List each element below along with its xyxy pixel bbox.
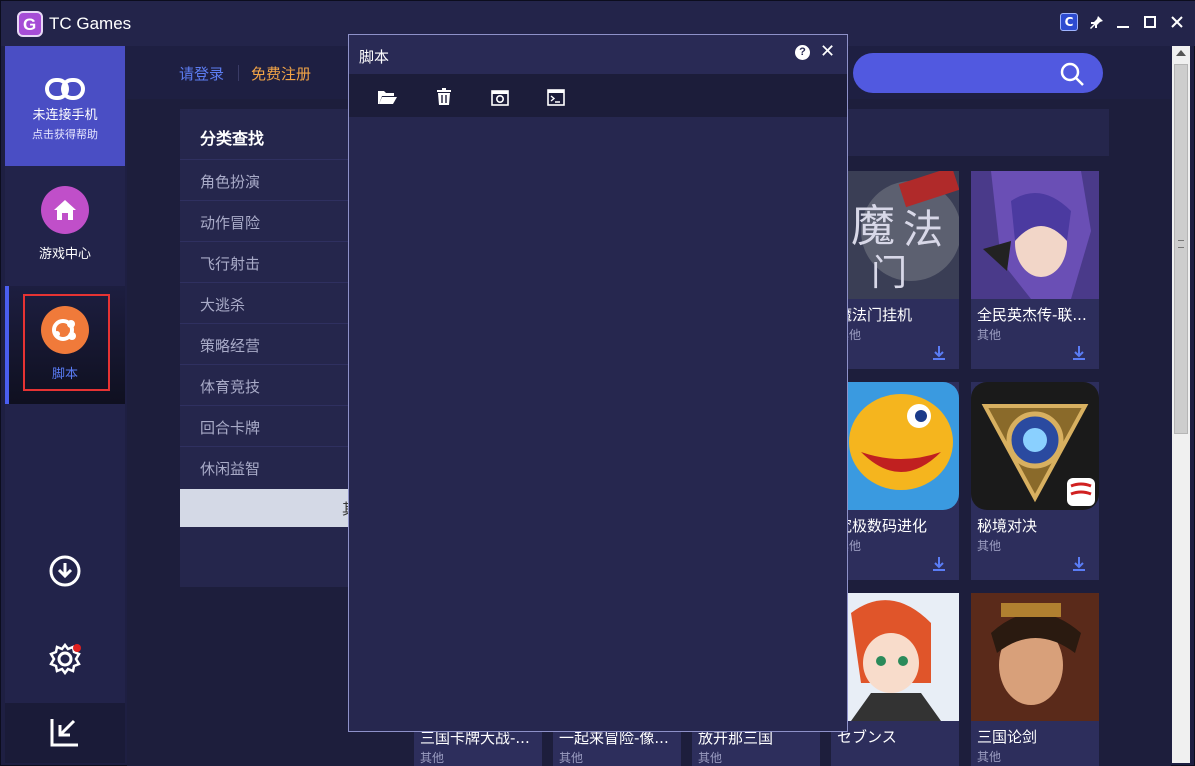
register-link[interactable]: 免费注册 (251, 63, 311, 84)
category-item[interactable]: 回合卡牌 (180, 405, 350, 446)
minimize-button[interactable] (1114, 13, 1132, 31)
game-cover (971, 593, 1099, 721)
bottom-strip (5, 703, 125, 763)
category-item[interactable]: 动作冒险 (180, 200, 350, 241)
link-icon (43, 76, 87, 102)
game-tag: 其他 (559, 751, 584, 765)
category-item[interactable]: 体育竞技 (180, 364, 350, 405)
game-tag: 其他 (977, 539, 1002, 553)
sidebar-item-label: 游戏中心 (38, 247, 91, 262)
games-header (847, 109, 1109, 156)
game-tag: 其他 (698, 751, 723, 765)
category-item[interactable]: 飞行射击 (180, 241, 350, 282)
active-indicator (5, 286, 9, 404)
game-name: 秘境对决 (977, 517, 1038, 535)
help-icon[interactable]: ? (795, 45, 810, 60)
game-name: 魔法门挂机 (837, 306, 913, 324)
sidebar: 未连接手机 点击获得帮助 游戏中心 脚本 (5, 46, 125, 763)
search-input[interactable] (853, 53, 1103, 93)
category-item[interactable]: 角色扮演 (180, 159, 350, 200)
svg-text:魔: 魔 (851, 201, 895, 252)
download-icon[interactable] (1071, 345, 1087, 361)
app-window: G TC Games C 未连接手机 点击获得帮助 游戏中心 脚本 请登录 免费… (0, 0, 1195, 766)
download-icon[interactable] (931, 345, 947, 361)
dialog-close-button[interactable]: ✕ (820, 41, 835, 62)
connect-phone-button[interactable]: 未连接手机 点击获得帮助 (5, 46, 125, 166)
download-icon[interactable] (931, 556, 947, 572)
import-icon[interactable] (48, 715, 82, 749)
game-card[interactable]: 魔 法 门 魔法门挂机 其他 (831, 171, 959, 369)
game-tag: 其他 (420, 751, 445, 765)
sidebar-item-game-center[interactable]: 游戏中心 (5, 166, 125, 284)
dialog-toolbar (349, 74, 847, 117)
connect-title: 未连接手机 (32, 108, 98, 123)
game-cover (971, 171, 1099, 299)
gear-icon[interactable] (48, 642, 82, 676)
download-icon[interactable] (48, 554, 82, 588)
game-card[interactable]: セブンス (831, 593, 959, 766)
sidebar-item-script[interactable]: 脚本 (5, 286, 125, 404)
script-dialog: 脚本 ? ✕ (348, 34, 848, 732)
screenshot-icon[interactable] (490, 88, 510, 106)
login-link[interactable]: 请登录 (179, 63, 224, 84)
game-name: 三国论剑 (977, 728, 1038, 746)
scroll-grip (1178, 240, 1184, 248)
category-item[interactable]: 大逃杀 (180, 282, 350, 323)
game-cover: 魔 法 门 (831, 171, 959, 299)
category-item[interactable]: 策略经营 (180, 323, 350, 364)
game-tag: 其他 (977, 328, 1002, 342)
game-cover (831, 593, 959, 721)
svg-text:门: 门 (871, 253, 907, 294)
category-item-selected[interactable]: 其 (180, 489, 357, 527)
game-name: 究极数码进化 (837, 517, 928, 535)
maximize-button[interactable] (1141, 13, 1159, 31)
game-card[interactable]: 全民英杰传-联... 其他 (971, 171, 1099, 369)
connect-subtitle: 点击获得帮助 (32, 128, 98, 141)
home-icon (41, 186, 89, 234)
game-card[interactable]: 三国论剑 其他 (971, 593, 1099, 766)
app-title: TC Games (49, 14, 132, 33)
dialog-header: 脚本 ? ✕ (349, 35, 847, 74)
svg-text:法: 法 (903, 207, 943, 253)
category-panel: 分类查找 角色扮演 动作冒险 飞行射击 大逃杀 策略经营 体育竞技 回合卡牌 休… (180, 109, 357, 587)
game-cover (971, 382, 1099, 510)
category-item[interactable]: 休闲益智 (180, 446, 350, 487)
close-button[interactable] (1168, 13, 1186, 31)
game-cover (831, 382, 959, 510)
scroll-thumb[interactable] (1174, 64, 1188, 434)
dialog-title: 脚本 (359, 48, 390, 66)
scroll-up-arrow[interactable] (1176, 50, 1186, 56)
pin-icon-button[interactable] (1087, 13, 1105, 31)
game-card[interactable]: 究极数码进化 其他 (831, 382, 959, 580)
tc-icon-button[interactable]: C (1060, 13, 1078, 31)
game-tag: 其他 (977, 750, 1002, 764)
app-logo: G (17, 11, 43, 37)
download-icon[interactable] (1071, 556, 1087, 572)
divider (238, 65, 239, 81)
delete-icon[interactable] (434, 88, 454, 106)
open-folder-icon[interactable] (377, 88, 397, 106)
game-card[interactable]: 秘境对决 其他 (971, 382, 1099, 580)
game-name: 全民英杰传-联... (977, 306, 1087, 324)
terminal-icon[interactable] (546, 88, 566, 106)
search-icon[interactable] (1059, 61, 1085, 87)
category-title: 分类查找 (200, 129, 265, 148)
highlight-box (23, 294, 110, 391)
scrollbar[interactable] (1172, 46, 1190, 763)
